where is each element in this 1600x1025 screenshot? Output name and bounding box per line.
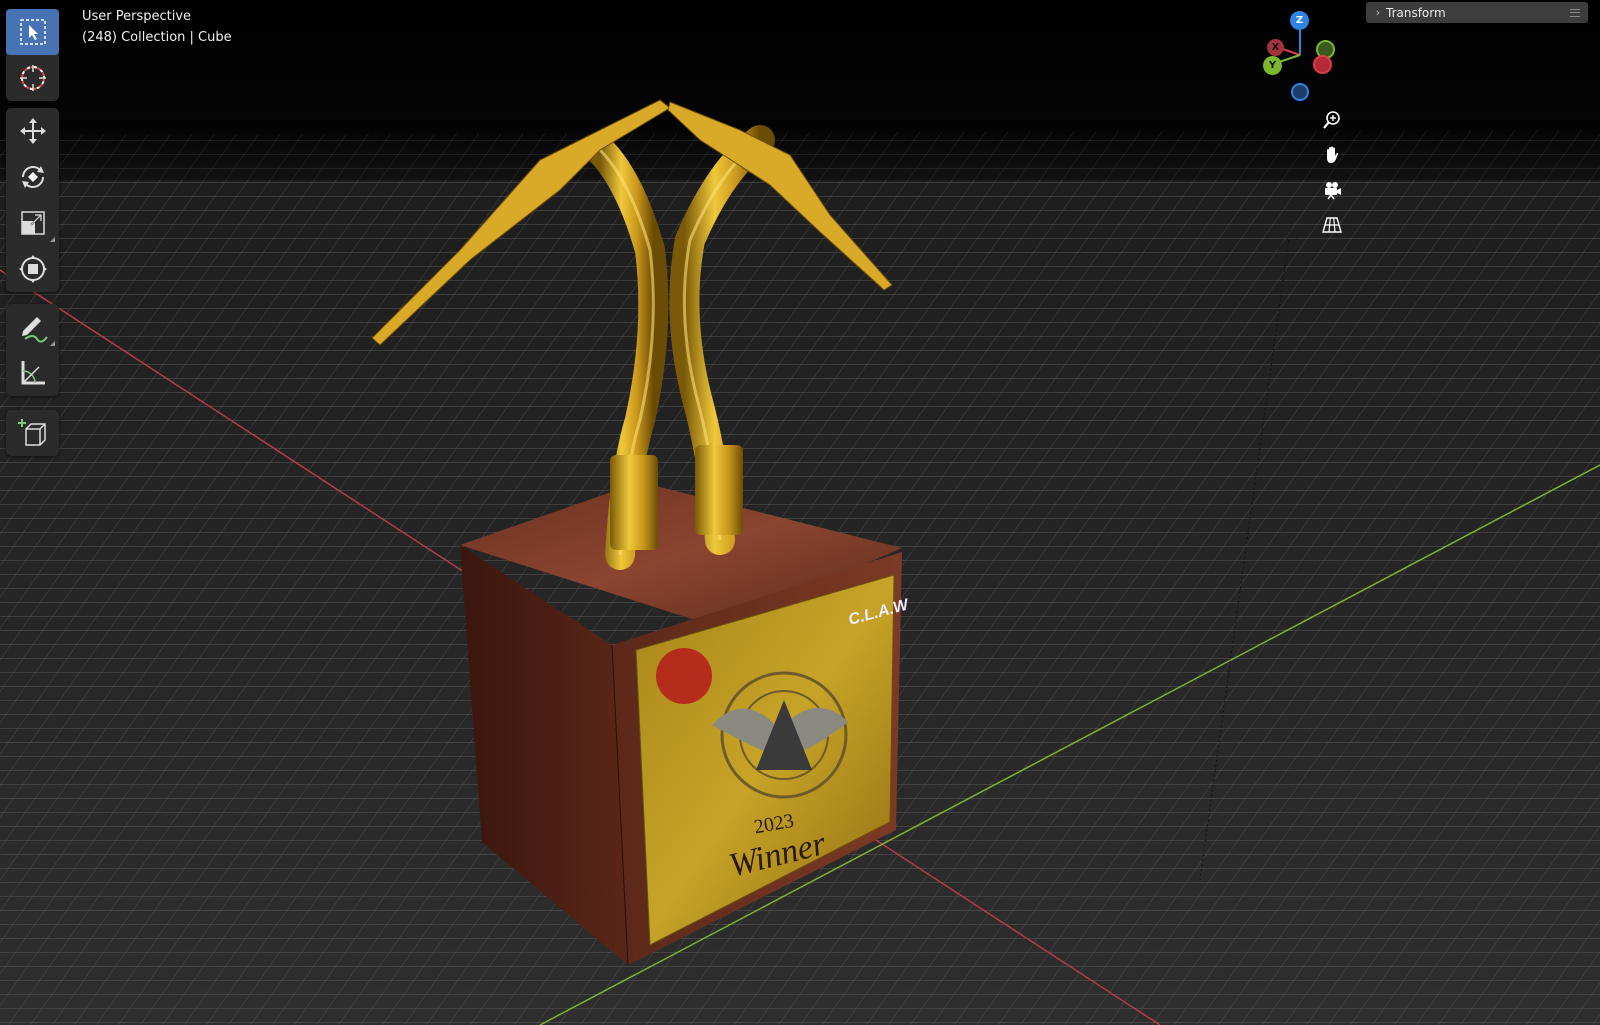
tool-group-select — [6, 9, 59, 101]
zoom-button[interactable] — [1318, 106, 1346, 134]
measure-icon — [21, 361, 45, 385]
cursor-tool[interactable] — [6, 55, 59, 101]
transform-icon — [18, 255, 47, 283]
add-cube-icon — [17, 419, 46, 446]
grid-perspective-icon — [1322, 217, 1342, 233]
drag-grip-icon[interactable] — [1570, 8, 1580, 17]
3d-viewport[interactable]: C.L.A.W 2023 Winner User Perspective (24… — [0, 0, 1600, 1025]
select-box-icon — [19, 19, 46, 45]
move-icon — [19, 118, 46, 144]
scale-icon — [20, 211, 45, 235]
transform-tool[interactable] — [6, 246, 59, 292]
cursor-icon — [19, 65, 46, 91]
gizmo-y-axis[interactable]: Y — [1263, 56, 1282, 75]
tool-group-transform — [6, 108, 59, 292]
army-emblem — [656, 648, 712, 704]
camera-icon — [1325, 182, 1341, 200]
select-box-tool[interactable] — [6, 9, 59, 55]
pan-button[interactable] — [1318, 141, 1346, 169]
gizmo-neg-z-axis[interactable] — [1291, 83, 1309, 101]
move-tool[interactable] — [6, 108, 59, 154]
tool-group-add — [6, 410, 59, 456]
viewport-context: (248) Collection | Cube — [82, 30, 232, 45]
chevron-right-icon: › — [1375, 6, 1381, 19]
rotate-tool[interactable] — [6, 154, 59, 200]
scale-tool[interactable] — [6, 200, 59, 246]
gizmo-neg-x-axis[interactable] — [1313, 55, 1332, 74]
transform-panel-header[interactable]: › Transform — [1366, 2, 1588, 23]
gizmo-z-axis[interactable]: Z — [1290, 11, 1309, 30]
view-name: User Perspective — [82, 9, 192, 24]
camera-view-button[interactable] — [1318, 176, 1346, 204]
transform-panel-label: Transform — [1386, 5, 1446, 20]
gizmo-x-axis[interactable]: X — [1267, 39, 1284, 56]
ortho-toggle-button[interactable] — [1318, 211, 1346, 239]
hand-icon — [1327, 146, 1339, 163]
navigation-gizmo[interactable]: Z X Y — [1255, 10, 1345, 105]
annotate-icon — [21, 317, 48, 343]
add-cube-tool[interactable] — [6, 410, 59, 456]
tool-group-annotate — [6, 304, 59, 396]
viewport-scene[interactable]: C.L.A.W 2023 Winner — [0, 0, 1600, 1025]
measure-tool[interactable] — [6, 350, 59, 396]
zoom-icon — [1323, 111, 1340, 129]
annotate-tool[interactable] — [6, 304, 59, 350]
rotate-icon — [21, 166, 44, 188]
